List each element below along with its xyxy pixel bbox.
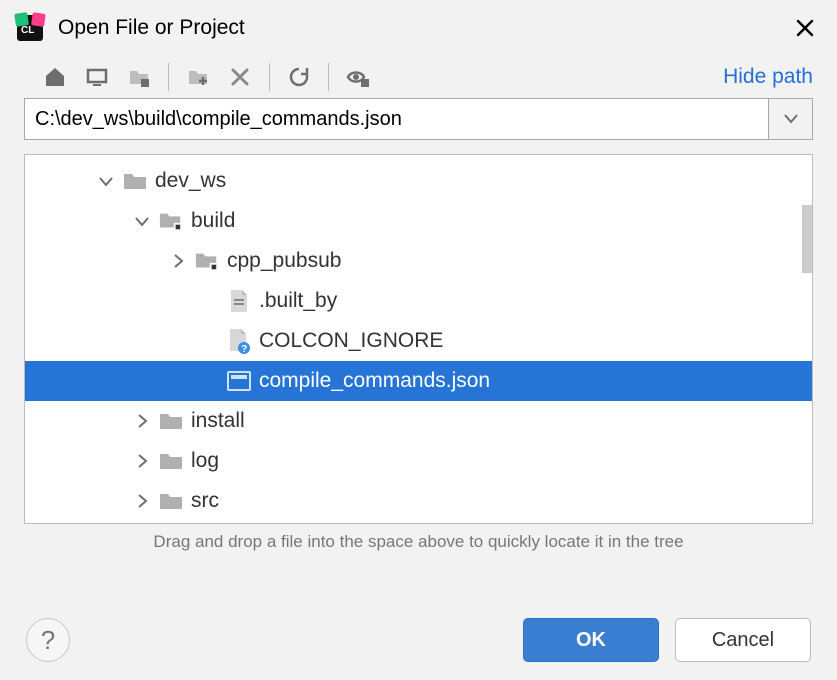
chevron-placeholder: [199, 290, 221, 312]
close-button[interactable]: [791, 14, 819, 42]
tree-item-label: install: [189, 409, 245, 433]
chevron-placeholder: [199, 370, 221, 392]
chevron-right-icon[interactable]: [167, 250, 189, 272]
tree-item-label: compile_commands.json: [257, 369, 490, 393]
toolbar-separator: [168, 63, 169, 91]
folder-icon: [159, 489, 183, 513]
project-dir-button[interactable]: [124, 62, 154, 92]
tree-row[interactable]: log: [25, 441, 812, 481]
chevron-right-icon[interactable]: [131, 410, 153, 432]
path-row: [0, 98, 837, 140]
desktop-button[interactable]: [82, 62, 112, 92]
toolbar-separator: [328, 63, 329, 91]
path-history-dropdown[interactable]: [769, 98, 813, 140]
tree-row[interactable]: ? COLCON_IGNORE: [25, 321, 812, 361]
chevron-right-icon[interactable]: [131, 450, 153, 472]
path-input[interactable]: [24, 98, 769, 140]
folder-dot-icon: [159, 209, 183, 233]
refresh-button[interactable]: [284, 62, 314, 92]
show-hidden-button[interactable]: [343, 62, 373, 92]
folder-dot-icon: [195, 249, 219, 273]
tree-row[interactable]: cpp_pubsub: [25, 241, 812, 281]
tree-row[interactable]: dev_ws: [25, 161, 812, 201]
drag-drop-hint: Drag and drop a file into the space abov…: [0, 528, 837, 552]
tree-row[interactable]: install: [25, 401, 812, 441]
json-icon: [227, 369, 251, 393]
chevron-down-icon[interactable]: [131, 210, 153, 232]
svg-text:?: ?: [241, 344, 247, 354]
toolbar: Hide path: [0, 54, 837, 98]
chevron-placeholder: [199, 330, 221, 352]
tree-row[interactable]: .built_by: [25, 281, 812, 321]
tree-item-label: .built_by: [257, 289, 337, 313]
folder-icon: [159, 409, 183, 433]
folder-icon: [159, 449, 183, 473]
file-tree[interactable]: dev_wsbuild cpp_pubsub .built_by? COLCON_IG…: [25, 155, 812, 521]
chevron-right-icon[interactable]: [131, 490, 153, 512]
tree-item-label: cpp_pubsub: [225, 249, 341, 273]
svg-text:CL: CL: [21, 25, 34, 36]
hide-path-link[interactable]: Hide path: [723, 65, 813, 89]
title-bar: CL Open File or Project: [0, 0, 837, 54]
folder-icon: [123, 169, 147, 193]
dialog-title: Open File or Project: [58, 16, 779, 40]
tree-item-label: src: [189, 489, 219, 513]
file-icon: [227, 289, 251, 313]
cancel-button[interactable]: Cancel: [675, 618, 811, 662]
tree-item-label: log: [189, 449, 219, 473]
tree-item-label: dev_ws: [153, 169, 226, 193]
tree-item-label: COLCON_IGNORE: [257, 329, 443, 353]
file-q-icon: ?: [227, 329, 251, 353]
help-button[interactable]: ?: [26, 618, 70, 662]
home-button[interactable]: [40, 62, 70, 92]
ok-button[interactable]: OK: [523, 618, 659, 662]
new-folder-button[interactable]: [183, 62, 213, 92]
scrollbar-thumb[interactable]: [802, 205, 813, 273]
file-tree-panel: dev_wsbuild cpp_pubsub .built_by? COLCON_IG…: [24, 154, 813, 524]
chevron-down-icon[interactable]: [95, 170, 117, 192]
app-icon: CL: [14, 12, 46, 44]
button-bar: ? OK Cancel: [0, 618, 837, 662]
tree-row[interactable]: compile_commands.json: [25, 361, 812, 401]
tree-item-label: build: [189, 209, 235, 233]
delete-button[interactable]: [225, 62, 255, 92]
toolbar-separator: [269, 63, 270, 91]
tree-row[interactable]: build: [25, 201, 812, 241]
tree-row[interactable]: src: [25, 481, 812, 521]
